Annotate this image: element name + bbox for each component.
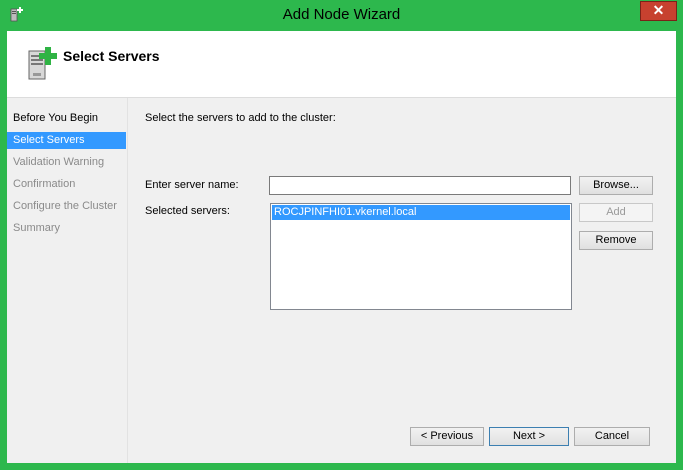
instruction-text: Select the servers to add to the cluster…: [145, 112, 336, 124]
window-title: Add Node Wizard: [282, 6, 401, 23]
step-before-you-begin: Before You Begin: [13, 112, 99, 124]
step-validation-warning: Validation Warning: [13, 156, 105, 168]
wizard-header: Select Servers: [7, 31, 676, 98]
step-select-servers: Select Servers: [7, 132, 126, 149]
previous-button[interactable]: < Previous: [410, 427, 484, 446]
selected-servers-label: Selected servers:: [145, 205, 230, 217]
cancel-button[interactable]: Cancel: [574, 427, 650, 446]
step-configure-the-cluster: Configure the Cluster: [13, 200, 117, 212]
main-panel: Select the servers to add to the cluster…: [131, 98, 676, 463]
wizard-steps: Before You Begin Select Servers Validati…: [7, 98, 128, 463]
page-title: Select Servers: [63, 48, 160, 64]
browse-button[interactable]: Browse...: [579, 176, 653, 195]
list-item[interactable]: ROCJPINFHI01.vkernel.local: [272, 205, 570, 220]
title-bar[interactable]: Add Node Wizard ✕: [0, 0, 683, 31]
step-summary: Summary: [13, 222, 61, 234]
add-button[interactable]: Add: [579, 203, 653, 222]
next-button[interactable]: Next >: [489, 427, 569, 446]
server-name-label: Enter server name:: [145, 179, 239, 191]
wizard-client-area: Select Servers Before You Begin Select S…: [7, 31, 676, 463]
server-name-input[interactable]: [269, 176, 571, 195]
remove-button[interactable]: Remove: [579, 231, 653, 250]
step-confirmation: Confirmation: [13, 178, 76, 190]
selected-servers-list[interactable]: ROCJPINFHI01.vkernel.local: [270, 203, 572, 310]
wizard-window: Add Node Wizard ✕ Select Servers Before …: [0, 0, 683, 470]
close-button[interactable]: ✕: [640, 1, 677, 21]
server-add-icon: [28, 47, 57, 80]
